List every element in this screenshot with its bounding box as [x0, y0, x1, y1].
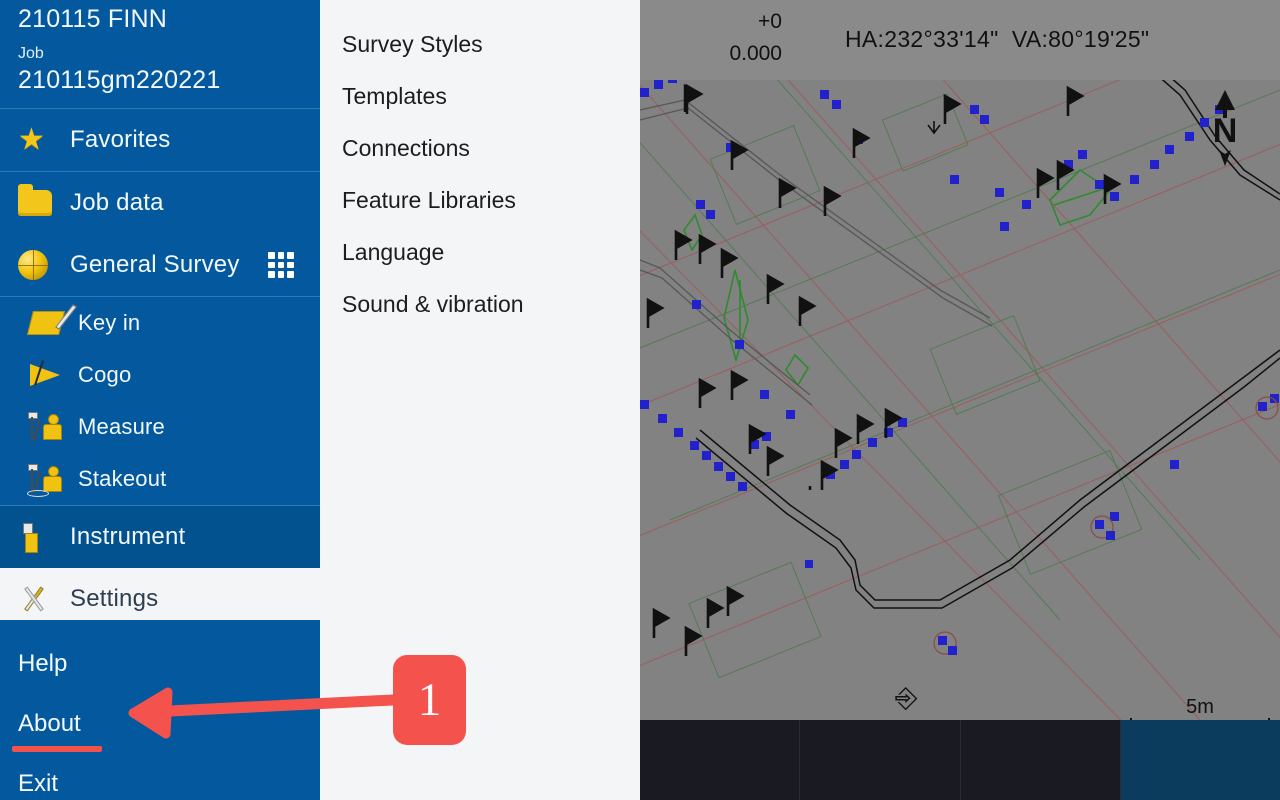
sidebar-item-key-in[interactable]: Key in — [0, 297, 320, 349]
north-label: N — [1212, 112, 1238, 150]
sidebar-item-about[interactable]: About — [0, 694, 320, 754]
map-status-bar: +0 0.000 HA:232°33'14" VA:80°19'25" — [640, 0, 1280, 80]
sidebar-item-label: Stakeout — [78, 466, 167, 491]
job-value: 210115gm220221 — [18, 66, 221, 94]
toolbar-button-3[interactable] — [961, 720, 1121, 800]
settings-submenu-panel: Survey Styles Templates Connections Feat… — [320, 0, 640, 800]
menu-item-sound-vibration[interactable]: Sound & vibration — [320, 278, 640, 330]
job-label: Job — [18, 45, 44, 62]
stakeout-icon — [27, 464, 78, 497]
sidebar-item-label: Measure — [78, 414, 165, 439]
sidebar-item-label: Instrument — [70, 523, 186, 550]
folder-icon — [18, 184, 70, 216]
cogo-icon — [30, 364, 78, 386]
offset-value: +0 — [758, 10, 782, 33]
menu-item-connections[interactable]: Connections — [320, 122, 640, 174]
sidebar-item-help[interactable]: Help — [0, 634, 320, 694]
about-highlight-underline — [12, 746, 102, 752]
annotation-step-badge: 1 — [393, 655, 466, 745]
sidebar-header: 210115 FINN Job 210115gm220221 — [0, 0, 320, 108]
sidebar-item-label: Job data — [70, 189, 164, 216]
tools-icon — [18, 583, 70, 615]
scale-label: 5m — [1186, 696, 1214, 718]
globe-icon — [18, 250, 70, 280]
sidebar-item-label: Key in — [78, 310, 141, 335]
grid-apps-icon[interactable] — [268, 252, 294, 278]
job-name: 210115 FINN — [18, 5, 168, 33]
sidebar-item-job-data[interactable]: Job data — [0, 172, 320, 234]
measure-icon — [28, 412, 78, 442]
sidebar-footer: Help About Exit — [0, 620, 320, 800]
menu-item-survey-styles[interactable]: Survey Styles — [320, 18, 640, 70]
north-arrow-icon: N — [1205, 88, 1245, 168]
map-bottom-toolbar[interactable] — [640, 720, 1280, 800]
toolbar-button-2[interactable] — [800, 720, 961, 800]
distance-value: 0.000 — [729, 42, 782, 65]
sidebar-item-stakeout[interactable]: Stakeout — [0, 453, 320, 505]
sidebar-item-label: About — [18, 710, 81, 737]
sidebar-item-label: Cogo — [78, 362, 132, 387]
sidebar-item-general-survey[interactable]: General Survey — [0, 234, 320, 296]
map-canvas — [640, 0, 1280, 720]
sidebar-item-instrument[interactable]: Instrument — [0, 506, 320, 568]
map-view[interactable]: +0 0.000 HA:232°33'14" VA:80°19'25" N ⎆ … — [640, 0, 1280, 800]
angle-readout: HA:232°33'14" VA:80°19'25" — [800, 0, 1280, 78]
menu-item-language[interactable]: Language — [320, 226, 640, 278]
sidebar-item-cogo[interactable]: Cogo — [0, 349, 320, 401]
menu-item-templates[interactable]: Templates — [320, 70, 640, 122]
toolbar-button-1[interactable] — [640, 720, 801, 800]
toolbar-button-4-active[interactable] — [1120, 720, 1280, 800]
instrument-icon — [18, 521, 70, 553]
sidebar-item-measure[interactable]: Measure — [0, 401, 320, 453]
rotate-view-icon[interactable]: ⎆ — [895, 684, 917, 712]
sidebar: 210115 FINN Job 210115gm220221 ★ Favorit… — [0, 0, 320, 800]
sidebar-item-label: General Survey — [70, 251, 240, 278]
sidebar-item-exit[interactable]: Exit — [0, 754, 320, 800]
offset-readout: +0 0.000 — [640, 0, 800, 78]
star-icon: ★ — [18, 123, 45, 156]
sidebar-item-label: Favorites — [70, 126, 171, 153]
menu-item-feature-libraries[interactable]: Feature Libraries — [320, 174, 640, 226]
angle-values: HA:232°33'14" VA:80°19'25" — [845, 25, 1150, 52]
keyin-icon — [27, 311, 78, 335]
sidebar-item-label: Settings — [70, 585, 159, 612]
sidebar-item-favorites[interactable]: ★ Favorites — [0, 109, 320, 171]
